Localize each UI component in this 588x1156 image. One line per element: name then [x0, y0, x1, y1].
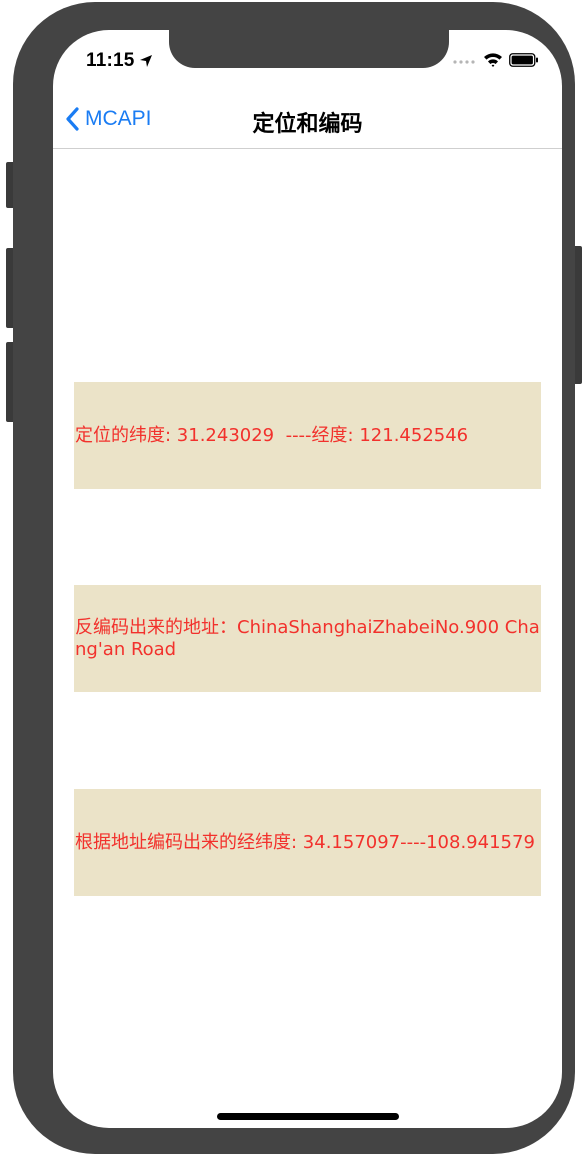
geocode-text: 根据地址编码出来的经纬度: 34.157097----108.941579: [75, 831, 535, 853]
battery-icon: [509, 53, 538, 67]
screen: 11:15 MCAPI 定位和编码 定位的纬度: 31.243029 ----经…: [53, 30, 562, 1128]
signal-dots-icon: [453, 60, 475, 64]
reverse-geocode-label: 反编码出来的地址：ChinaShanghaiZhabeiNo.900 Chang…: [74, 585, 541, 692]
device-stage: 11:15 MCAPI 定位和编码 定位的纬度: 31.243029 ----经…: [0, 0, 588, 1156]
home-indicator[interactable]: [217, 1113, 399, 1120]
navigation-bar: MCAPI 定位和编码: [53, 90, 562, 149]
location-text: 定位的纬度: 31.243029 ----经度: 121.452546: [75, 424, 469, 446]
notch: [169, 30, 449, 68]
wifi-icon: [484, 53, 502, 67]
geocode-label: 根据地址编码出来的经纬度: 34.157097----108.941579: [74, 789, 541, 896]
location-label: 定位的纬度: 31.243029 ----经度: 121.452546: [74, 382, 541, 489]
page-title: 定位和编码: [252, 112, 363, 137]
reverse-geocode-text: 反编码出来的地址：ChinaShanghaiZhabeiNo.900 Chang…: [75, 616, 540, 660]
location-arrow-icon: [140, 55, 152, 67]
status-time: 11:15: [86, 50, 135, 71]
phone-frame: 11:15 MCAPI 定位和编码 定位的纬度: 31.243029 ----经…: [13, 2, 575, 1154]
